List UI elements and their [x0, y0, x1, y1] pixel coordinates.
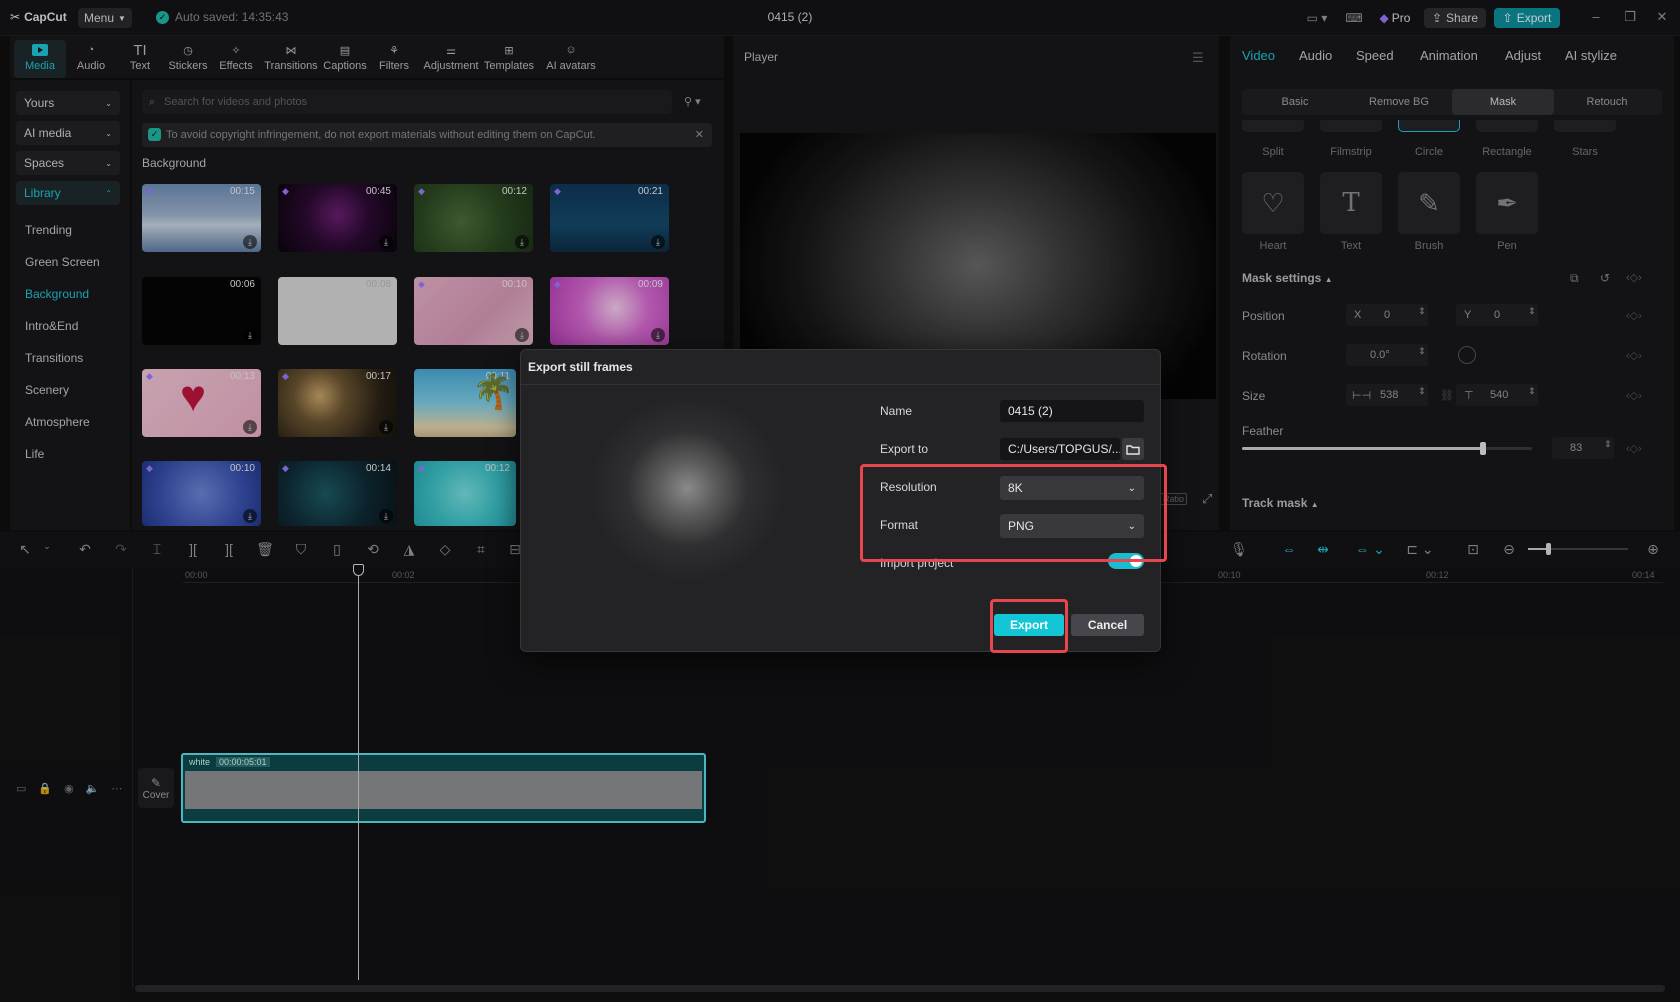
export-to-label: Export to [880, 442, 929, 456]
folder-icon [1126, 444, 1140, 455]
dialog-divider [521, 384, 1160, 385]
browse-folder-button[interactable] [1122, 438, 1144, 460]
name-label: Name [880, 404, 913, 418]
export-path-input[interactable]: C:/Users/TOPGUS/... [1000, 438, 1120, 460]
cancel-button[interactable]: Cancel [1071, 614, 1144, 636]
dialog-title: Export still frames [528, 360, 633, 374]
name-input[interactable]: 0415 (2) [1000, 400, 1144, 422]
export-button-highlight [990, 599, 1068, 653]
frame-preview [570, 402, 814, 582]
resolution-format-highlight [860, 464, 1167, 562]
